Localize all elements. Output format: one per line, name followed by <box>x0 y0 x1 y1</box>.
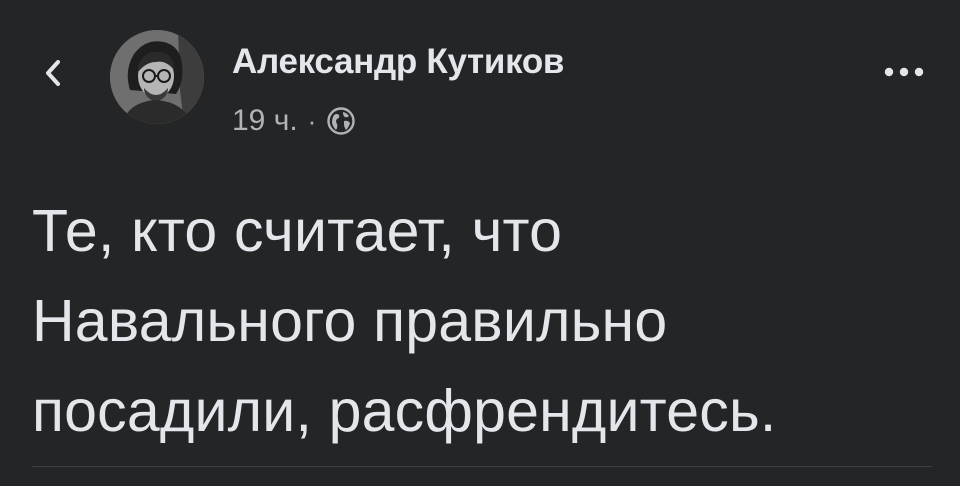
post-text-line: Навального правильно <box>32 288 668 354</box>
post-text-line: посадили, расфрендитесь. <box>32 378 777 444</box>
more-options-button[interactable] <box>880 54 928 90</box>
divider <box>32 466 932 467</box>
author-name[interactable]: Александр Кутиков <box>232 38 564 86</box>
post-text: Те, кто считает, что Навального правильн… <box>32 186 932 456</box>
avatar[interactable] <box>110 30 204 124</box>
more-horizontal-icon <box>884 67 924 77</box>
avatar-photo <box>110 30 204 124</box>
post-meta: 19 ч. · <box>232 101 356 141</box>
back-button[interactable] <box>36 56 70 90</box>
post-text-line: Те, кто считает, что <box>32 198 563 264</box>
chevron-left-icon <box>46 60 60 86</box>
globe-icon[interactable] <box>326 106 356 136</box>
post-time[interactable]: 19 ч. <box>232 101 298 141</box>
meta-separator: · <box>307 106 317 136</box>
